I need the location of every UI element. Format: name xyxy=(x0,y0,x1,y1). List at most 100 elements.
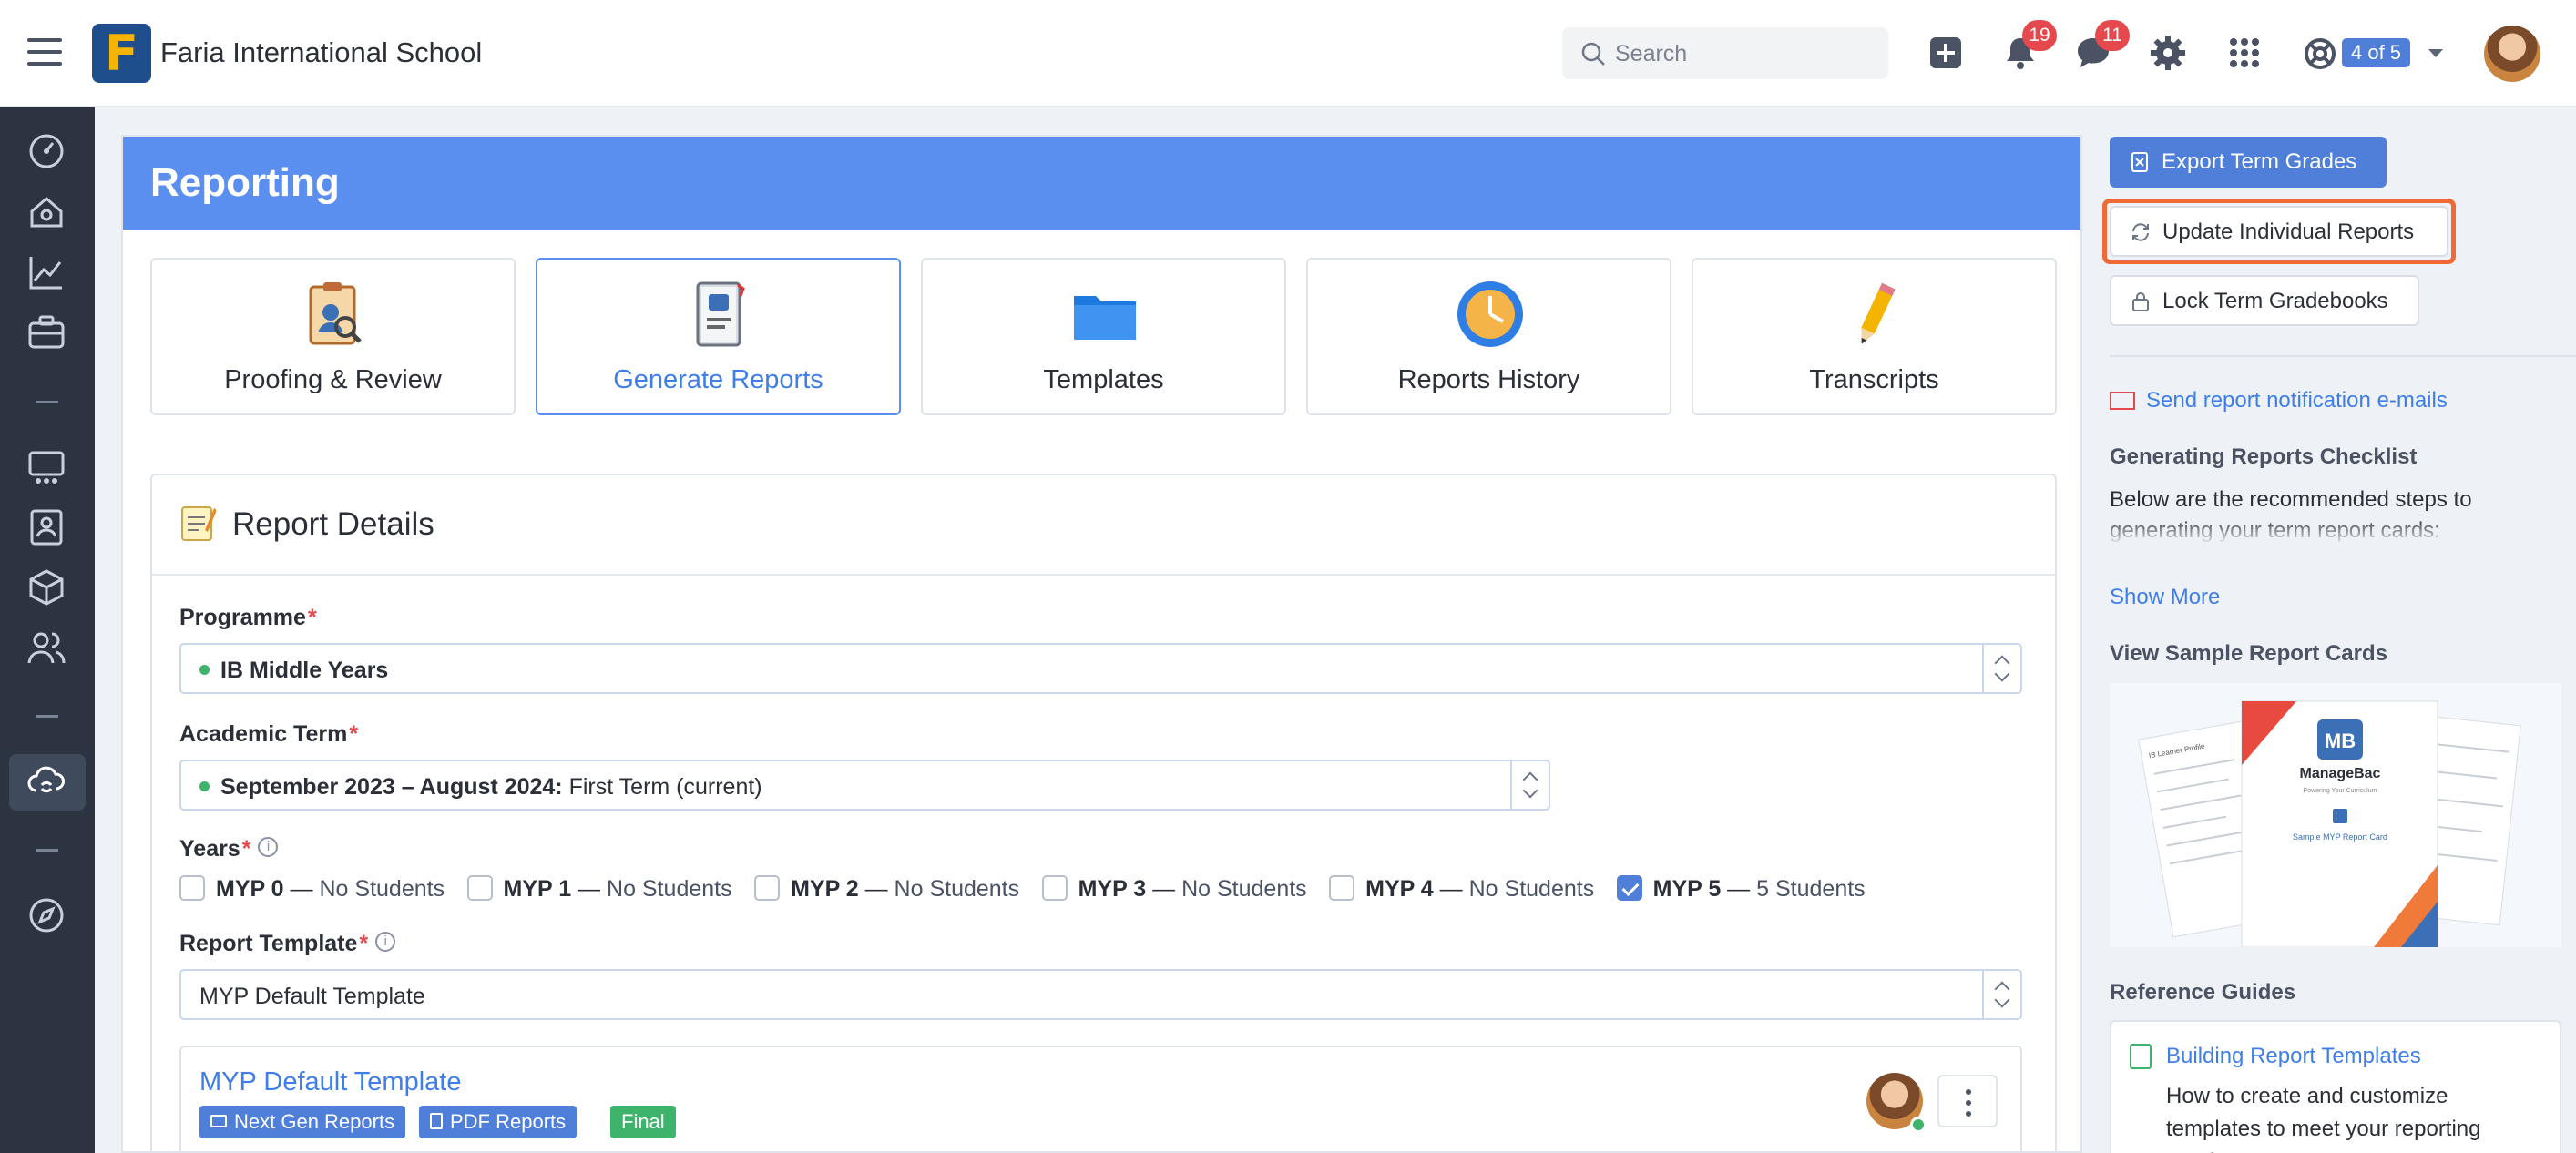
select-spinner[interactable] xyxy=(1510,761,1549,809)
select-spinner[interactable] xyxy=(1982,645,2020,692)
tag-pdf-reports: PDF Reports xyxy=(419,1106,578,1138)
school-logo[interactable]: F xyxy=(92,24,151,83)
tag-label: Next Gen Reports xyxy=(234,1110,395,1133)
checkbox[interactable] xyxy=(179,875,205,902)
school-name[interactable]: Faria International School xyxy=(160,36,482,69)
year-checkbox-myp-0[interactable]: MYP 0 — No Students xyxy=(179,875,445,903)
sample-brand: ManageBac xyxy=(2300,766,2381,781)
checkbox[interactable] xyxy=(754,875,781,902)
sample-report-card-preview[interactable]: IB Learner Profile MB ManageBac Powering… xyxy=(2110,683,2561,947)
export-term-grades-label: Export Term Grades xyxy=(2162,149,2357,174)
more-options-button[interactable] xyxy=(1937,1075,1998,1127)
messages-badge: 11 xyxy=(2095,20,2130,51)
sidebar-divider xyxy=(36,401,58,403)
report-template-select[interactable]: MYP Default Template xyxy=(179,969,2022,1020)
pdf-file-icon xyxy=(430,1113,443,1130)
tile-label: Proofing & Review xyxy=(224,365,442,394)
active-dot-icon xyxy=(199,664,210,675)
programme-select[interactable]: IB Middle Years xyxy=(179,643,2022,694)
term-name: First Term (current) xyxy=(562,774,762,800)
tile-label: Templates xyxy=(1043,365,1164,394)
people-icon[interactable] xyxy=(26,627,67,668)
sidebar xyxy=(0,107,95,1153)
export-term-grades-button[interactable]: Export Term Grades xyxy=(2110,137,2387,188)
year-name: MYP 3 xyxy=(1078,876,1147,902)
info-icon[interactable]: i xyxy=(258,837,279,858)
tile-proofing-review[interactable]: Proofing & Review xyxy=(150,258,516,415)
report-details-header: Report Details xyxy=(152,475,2055,576)
template-title-link[interactable]: MYP Default Template xyxy=(199,1067,461,1097)
sidebar-divider xyxy=(36,715,58,718)
show-more-link[interactable]: Show More xyxy=(2110,585,2220,610)
briefcase-icon[interactable] xyxy=(26,311,67,353)
notifications-button[interactable]: 19 xyxy=(2000,20,2057,73)
tile-transcripts[interactable]: Transcripts xyxy=(1692,258,2057,415)
active-dot-icon xyxy=(199,781,210,791)
settings-gear-icon[interactable] xyxy=(2148,33,2188,73)
info-icon[interactable]: i xyxy=(375,932,396,953)
checklist-heading: Generating Reports Checklist xyxy=(2110,444,2418,469)
report-template-label: Report Template* i xyxy=(179,931,396,957)
year-student-count: No Students xyxy=(607,876,732,902)
messages-button[interactable]: 11 xyxy=(2073,20,2130,73)
classroom-icon[interactable] xyxy=(26,446,67,488)
user-count-pill: 4 of 5 xyxy=(2342,38,2411,67)
analytics-icon[interactable] xyxy=(26,251,67,293)
year-name: MYP 1 xyxy=(503,876,572,902)
teacher-icon[interactable] xyxy=(26,506,67,548)
search-box[interactable]: Search xyxy=(1562,27,1888,79)
monitor-icon xyxy=(210,1115,227,1128)
caret-down-icon xyxy=(2428,49,2443,57)
checkbox[interactable] xyxy=(1041,875,1068,902)
tile-templates[interactable]: Templates xyxy=(921,258,1286,415)
tile-label: Generate Reports xyxy=(613,365,823,394)
checkbox-checked[interactable] xyxy=(1616,875,1642,902)
cloud-sync-icon[interactable] xyxy=(26,761,67,803)
home-icon[interactable] xyxy=(26,191,67,233)
send-notification-link[interactable]: Send report notification e-mails xyxy=(2110,388,2448,413)
year-checkbox-myp-1[interactable]: MYP 1 — No Students xyxy=(466,875,732,903)
lock-term-gradebooks-button[interactable]: Lock Term Gradebooks xyxy=(2110,275,2419,326)
year-student-count: 5 Students xyxy=(1756,876,1866,902)
svg-text:MB: MB xyxy=(2325,730,2356,752)
sample-tagline: Powering Your Curriculum xyxy=(2304,788,2377,794)
year-checkbox-myp-2[interactable]: MYP 2 — No Students xyxy=(754,875,1020,903)
year-checkbox-myp-4[interactable]: MYP 4 — No Students xyxy=(1329,875,1594,903)
notifications-badge: 19 xyxy=(2022,20,2057,51)
compass-icon[interactable] xyxy=(26,894,67,936)
academic-term-select[interactable]: September 2023 – August 2024: First Term… xyxy=(179,760,1550,811)
checkbox[interactable] xyxy=(466,875,493,902)
apps-grid-icon[interactable] xyxy=(2224,33,2264,73)
lifebuoy-icon xyxy=(2305,38,2336,69)
select-spinner[interactable] xyxy=(1982,971,2020,1018)
year-student-count: No Students xyxy=(894,876,1020,902)
year-checkbox-myp-3[interactable]: MYP 3 — No Students xyxy=(1041,875,1307,903)
checkbox[interactable] xyxy=(1329,875,1355,902)
user-avatar[interactable] xyxy=(2484,26,2540,82)
year-separator: — xyxy=(858,876,894,902)
required-asterisk: * xyxy=(359,931,369,956)
menu-icon[interactable] xyxy=(27,38,62,66)
clock-history-icon xyxy=(1457,281,1523,347)
online-status-dot xyxy=(1910,1117,1927,1133)
highlight-outline xyxy=(2102,199,2456,264)
tile-reports-history[interactable]: Reports History xyxy=(1306,258,1671,415)
lock-term-gradebooks-label: Lock Term Gradebooks xyxy=(2162,289,2388,313)
right-sidebar: Export Term Grades Update Individual Rep… xyxy=(2082,107,2576,1153)
dashboard-icon[interactable] xyxy=(26,130,67,172)
template-card: MYP Default Template Next Gen Reports PD… xyxy=(179,1046,2022,1153)
guide-card-building-report-templates: Building Report Templates How to create … xyxy=(2110,1020,2561,1153)
cube-icon[interactable] xyxy=(26,566,67,608)
tile-generate-reports[interactable]: Generate Reports xyxy=(536,258,901,415)
add-icon[interactable] xyxy=(1926,33,1966,73)
years-checkbox-group: MYP 0 — No Students MYP 1 — No Students … xyxy=(179,875,1884,909)
year-separator: — xyxy=(283,876,320,902)
divider xyxy=(2110,355,2576,357)
kebab-dot xyxy=(1966,1111,1971,1117)
year-checkbox-myp-5[interactable]: MYP 5 — 5 Students xyxy=(1616,875,1866,903)
programme-value-text: IB Middle Years xyxy=(220,658,389,683)
year-student-count: No Students xyxy=(1181,876,1307,902)
guide-title-link[interactable]: Building Report Templates xyxy=(2166,1044,2421,1069)
reference-guides-heading: Reference Guides xyxy=(2110,980,2296,1005)
search-input[interactable]: Search xyxy=(1615,41,1687,67)
